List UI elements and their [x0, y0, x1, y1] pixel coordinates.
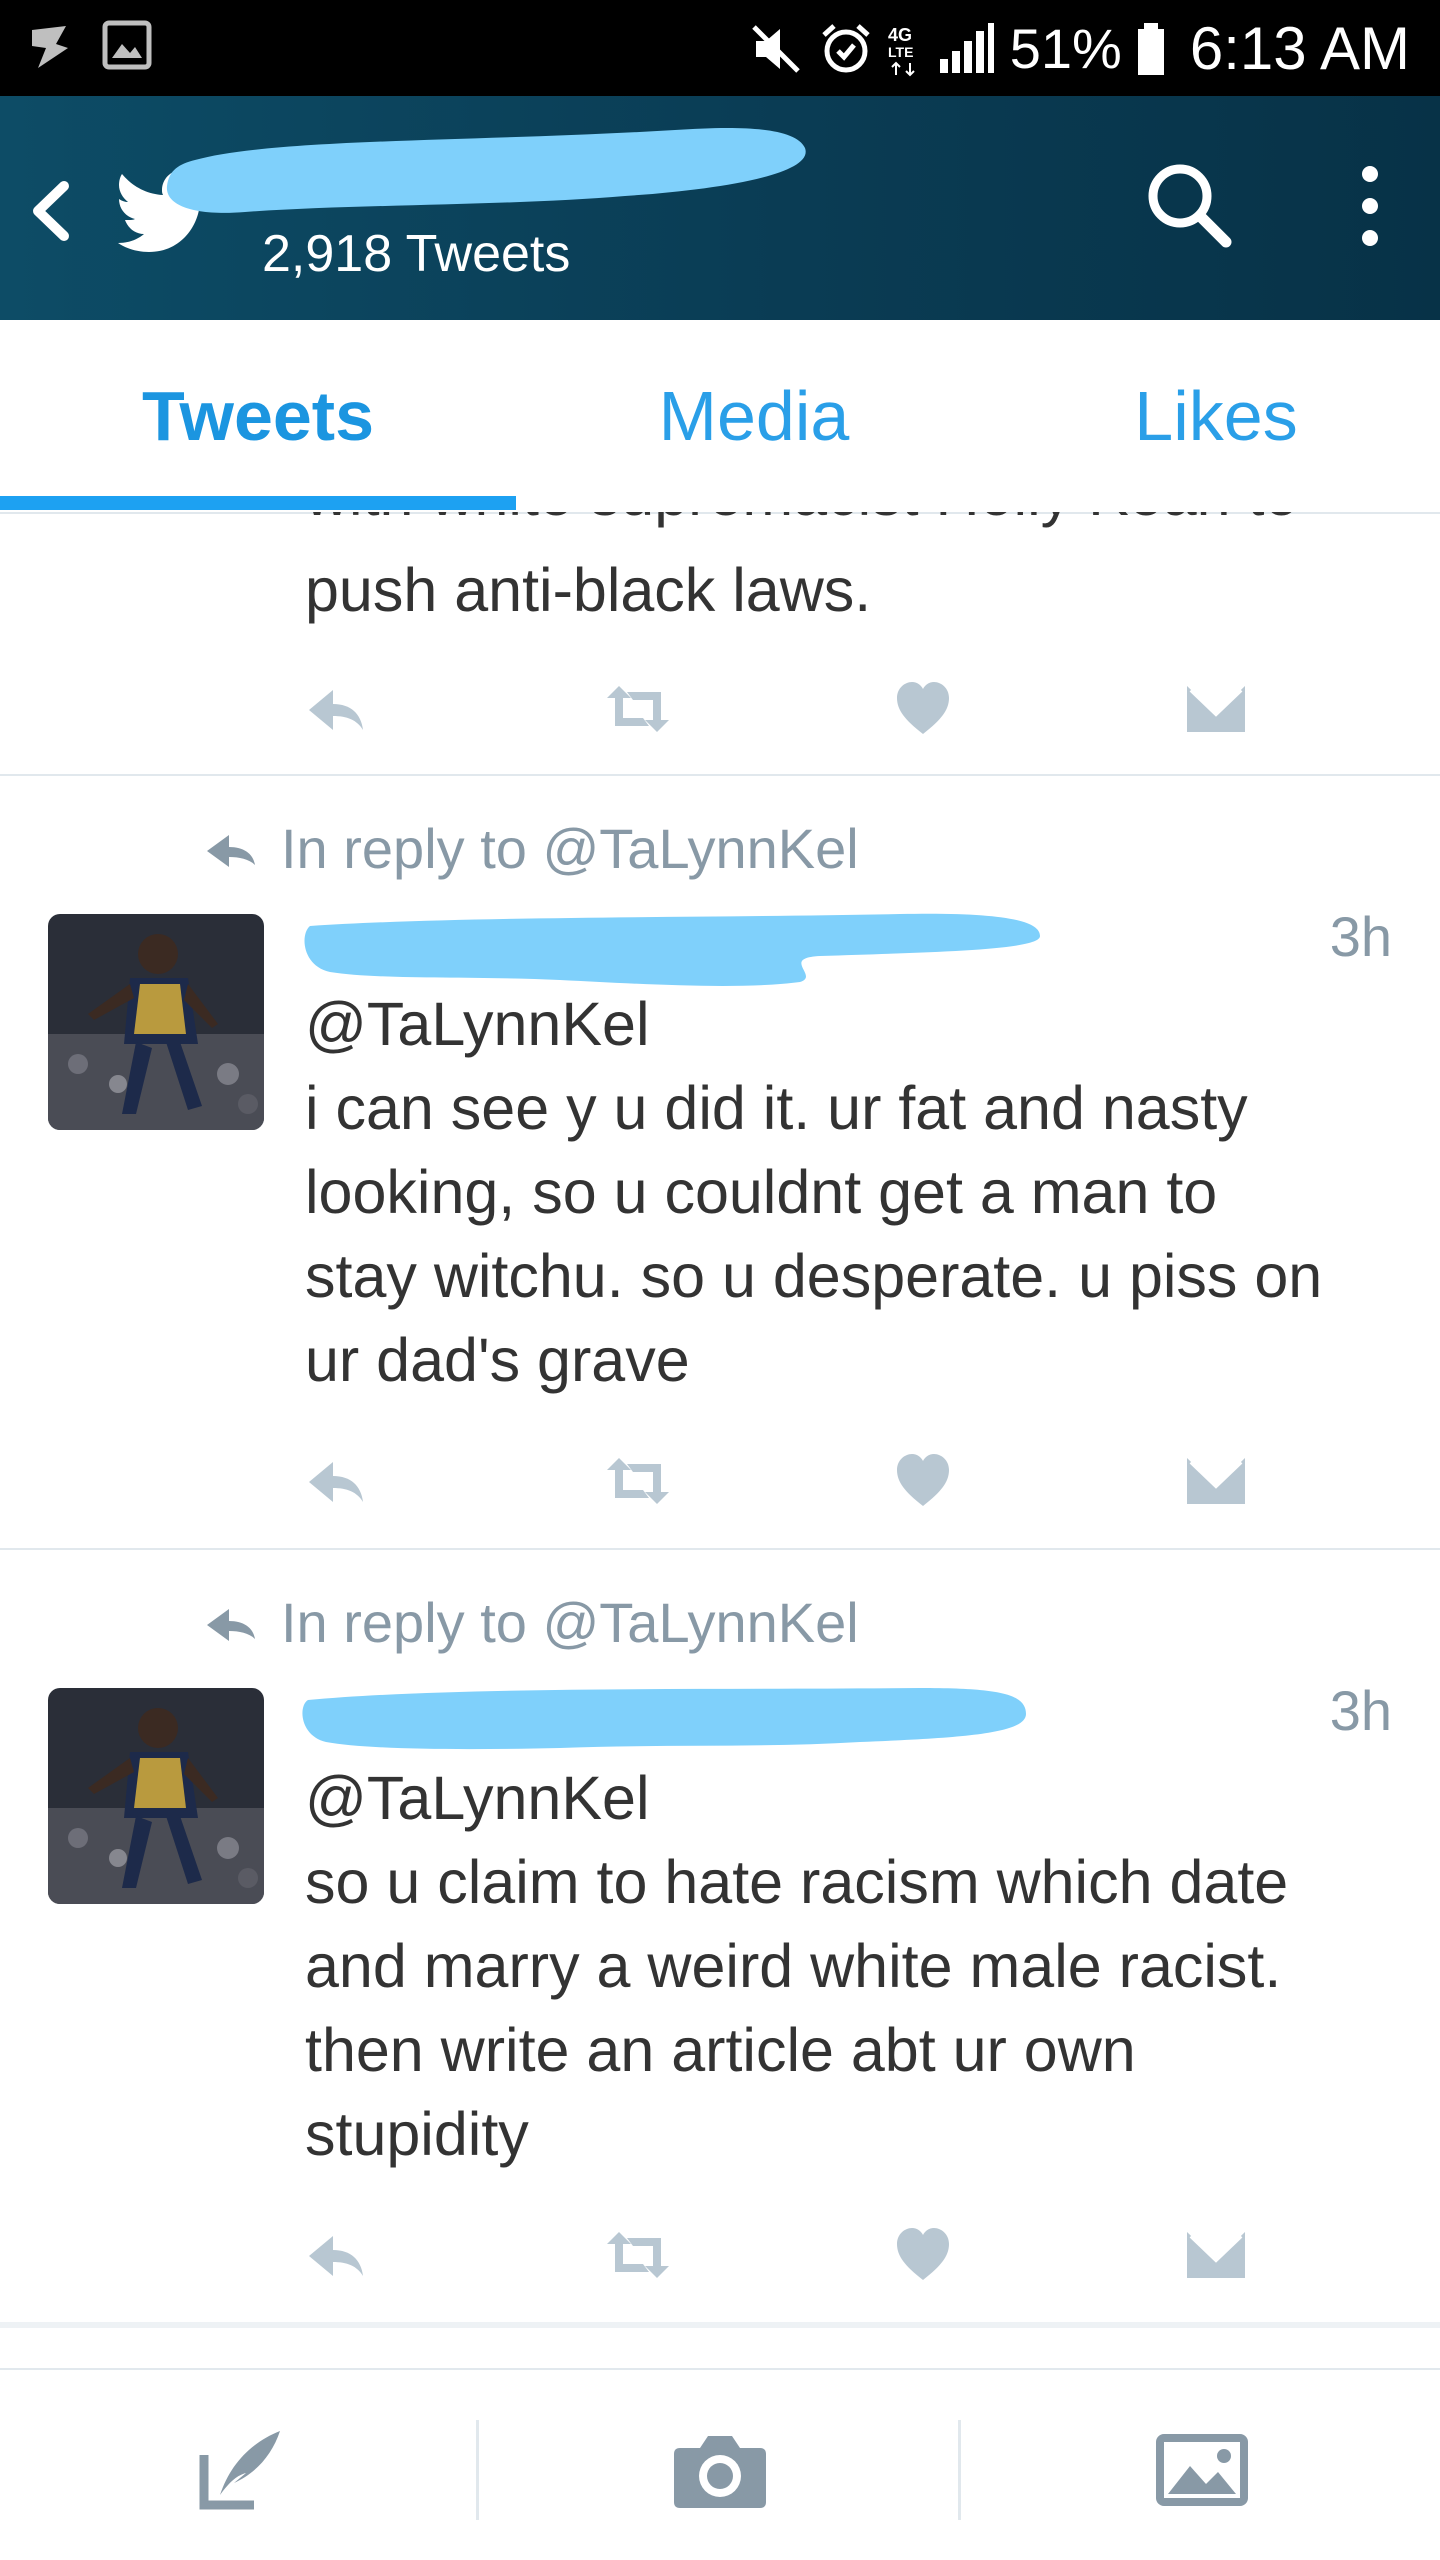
compose-toolbar — [0, 2370, 1440, 2560]
tweet-text-line: with white supremacist Holly Kean to — [305, 512, 1298, 536]
tab-likes[interactable]: Likes — [992, 320, 1440, 512]
tweet-body: @TaLynnKel so u claim to hate racism whi… — [305, 1756, 1405, 2176]
svg-text:4G: 4G — [888, 25, 912, 45]
profile-app-bar: 2,918 Tweets — [0, 96, 1440, 320]
mention-link[interactable]: @TaLynnKel — [305, 982, 1405, 1066]
feed-end-separator — [0, 2322, 1440, 2328]
retweet-icon[interactable] — [601, 1446, 675, 1516]
tweet-text-line: and marry a weird white male racist. — [305, 1932, 1282, 2000]
reply-context-icon — [207, 834, 255, 867]
tweet-text-line: ur dad's grave — [305, 1326, 690, 1394]
tweet-partial[interactable]: with white supremacist Holly Kean to pus… — [0, 512, 1440, 776]
svg-text:LTE: LTE — [888, 44, 913, 60]
reply-icon[interactable] — [305, 1446, 369, 1516]
photo-gallery-icon — [1156, 2434, 1248, 2506]
avatar[interactable] — [48, 914, 264, 1130]
compose-tweet-icon — [199, 2431, 280, 2510]
direct-message-icon[interactable] — [1185, 674, 1247, 744]
status-bar: 4G LTE 51% 6:13 AM — [0, 0, 1440, 96]
tweet-timestamp[interactable]: 3h — [1330, 904, 1392, 969]
tweet-actions — [305, 2220, 1305, 2290]
like-icon[interactable] — [895, 674, 951, 744]
in-reply-to[interactable]: In reply to @TaLynnKel — [205, 1590, 859, 1655]
toolbar-divider — [958, 2420, 961, 2520]
compose-tweet-button[interactable] — [160, 2410, 320, 2530]
direct-message-icon[interactable] — [1185, 2220, 1247, 2290]
more-options-icon[interactable] — [1340, 156, 1400, 256]
camera-icon — [674, 2436, 766, 2508]
battery-icon — [1137, 23, 1164, 75]
tweet-text-line: looking, so u couldnt get a man to — [305, 1158, 1218, 1226]
signal-icon — [939, 23, 994, 73]
tweet-count: 2,918 Tweets — [262, 225, 571, 283]
in-reply-to-label: In reply to @TaLynnKel — [281, 817, 859, 880]
tweet-feed[interactable]: with white supremacist Holly Kean to pus… — [0, 512, 1440, 2372]
reply-context-icon — [207, 1608, 255, 1641]
like-icon[interactable] — [895, 2220, 951, 2290]
tweet-text-line: i can see y u did it. ur fat and nasty — [305, 1074, 1248, 1142]
in-reply-to[interactable]: In reply to @TaLynnKel — [205, 816, 859, 881]
tweet-text-line: push anti-black laws. — [305, 556, 872, 624]
tweet-timestamp[interactable]: 3h — [1330, 1678, 1392, 1743]
gallery-icon — [102, 20, 152, 70]
tweet-actions — [305, 1446, 1305, 1516]
network-icon: 4G LTE — [888, 25, 915, 77]
notification-icon — [32, 26, 68, 68]
in-reply-to-label: In reply to @TaLynnKel — [281, 1591, 859, 1654]
retweet-icon[interactable] — [601, 674, 675, 744]
tweet-text-line: then write an article abt ur own — [305, 2016, 1136, 2084]
reply-icon[interactable] — [305, 674, 369, 744]
tab-media[interactable]: Media — [516, 320, 992, 512]
search-icon[interactable] — [1140, 156, 1240, 256]
redacted-profile-name — [166, 127, 806, 213]
tweet-item[interactable]: In reply to @TaLynnKel 3h @TaLynnKel so … — [0, 1550, 1440, 2324]
clock: 6:13 AM — [1189, 15, 1410, 82]
tweet-text-line: so u claim to hate racism which date — [305, 1848, 1289, 1916]
direct-message-icon[interactable] — [1185, 1446, 1247, 1516]
tweet-body: @TaLynnKel i can see y u did it. ur fat … — [305, 982, 1405, 1402]
mute-icon — [751, 25, 800, 73]
reply-icon[interactable] — [305, 2220, 369, 2290]
toolbar-divider — [476, 2420, 479, 2520]
avatar[interactable] — [48, 1688, 264, 1904]
battery-percentage: 51% — [1009, 17, 1122, 80]
like-icon[interactable] — [895, 1446, 951, 1516]
profile-tabs: Tweets Media Likes — [0, 320, 1440, 514]
retweet-icon[interactable] — [601, 2220, 675, 2290]
camera-button[interactable] — [640, 2410, 800, 2530]
tweet-text-line: stay witchu. so u desperate. u piss on — [305, 1242, 1323, 1310]
mention-link[interactable]: @TaLynnKel — [305, 1756, 1405, 1840]
alarm-icon — [822, 24, 870, 73]
active-tab-indicator — [0, 496, 516, 510]
tab-tweets[interactable]: Tweets — [0, 320, 516, 512]
back-arrow-icon[interactable] — [22, 176, 82, 246]
photo-gallery-button[interactable] — [1122, 2410, 1282, 2530]
tweet-item[interactable]: In reply to @TaLynnKel 3h @TaLynnKel i c… — [0, 776, 1440, 1550]
tweet-actions — [305, 674, 1305, 744]
tweet-text-line: stupidity — [305, 2100, 529, 2168]
